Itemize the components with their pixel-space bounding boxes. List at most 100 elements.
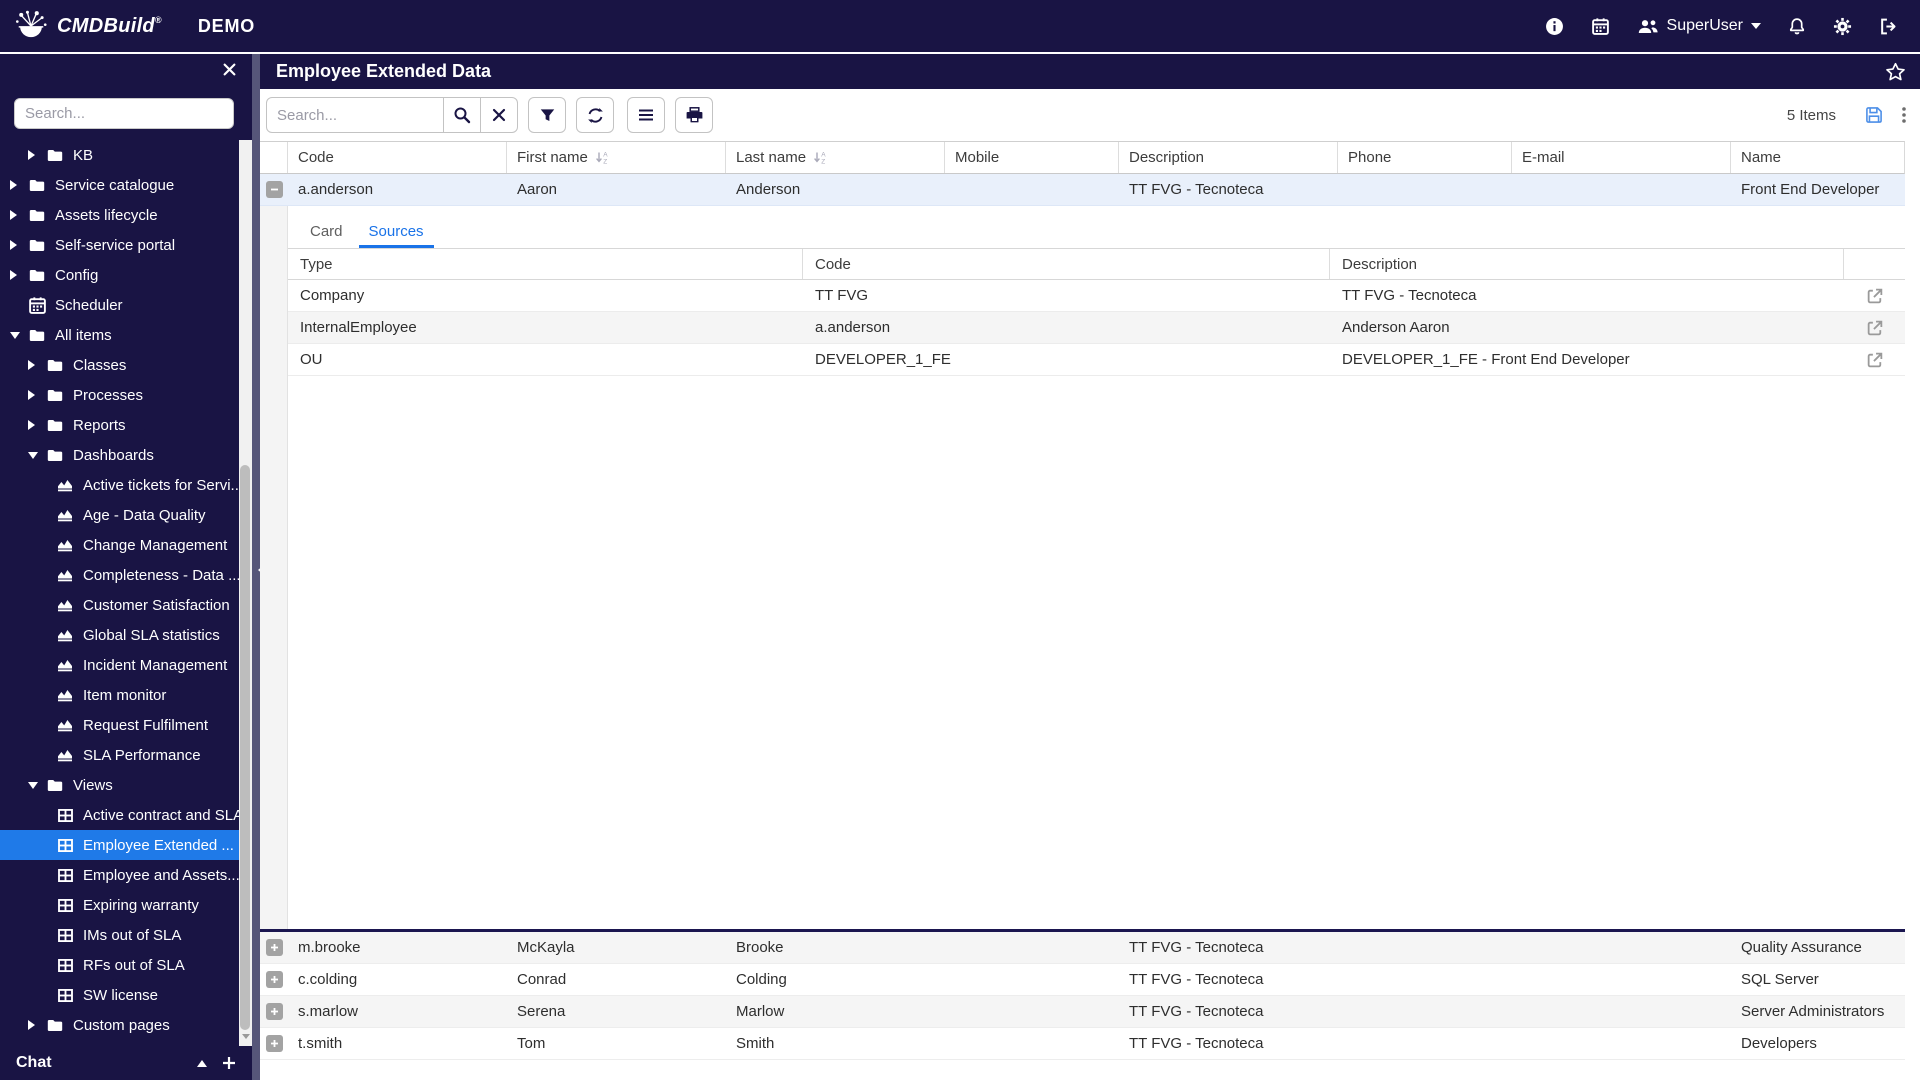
detail-table-rows: Company TT FVG TT FVG - Tecnoteca InternalE… bbox=[288, 280, 1905, 376]
detail-cell-description: DEVELOPER_1_FE - Front End Developer bbox=[1342, 351, 1630, 368]
collapse-row-button[interactable] bbox=[265, 181, 283, 198]
clear-search-button[interactable] bbox=[481, 97, 518, 133]
column-header-e-mail: E-mail bbox=[1512, 142, 1731, 173]
sidebar-item-custom-pages[interactable]: Custom pages bbox=[0, 1010, 252, 1040]
search-button[interactable] bbox=[444, 97, 481, 133]
table-row-m-brooke[interactable]: m.brooke McKayla Brooke TT FVG - Tecnoteca Q… bbox=[260, 932, 1905, 964]
info-icon[interactable] bbox=[1545, 17, 1564, 36]
sidebar-item-label: KB bbox=[73, 146, 94, 164]
panel-title-bar: Employee Extended Data bbox=[260, 54, 1920, 89]
calendar-icon[interactable] bbox=[1591, 17, 1610, 36]
caret-down-icon[interactable] bbox=[10, 327, 26, 344]
caret-right-icon[interactable] bbox=[28, 390, 44, 400]
detail-column-header-actions bbox=[1844, 249, 1905, 279]
sidebar-item-age-data-quality[interactable]: Age - Data Quality bbox=[0, 500, 252, 530]
external-link-icon[interactable] bbox=[1866, 319, 1884, 337]
caret-right-icon[interactable] bbox=[28, 1020, 44, 1030]
sidebar-item-item-monitor[interactable]: Item monitor bbox=[0, 680, 252, 710]
detail-link-cell bbox=[1844, 287, 1905, 305]
caret-down-icon[interactable] bbox=[28, 777, 44, 794]
expand-row-button[interactable] bbox=[265, 971, 283, 988]
sidebar-item-classes[interactable]: Classes bbox=[0, 350, 252, 380]
grid-search-input[interactable] bbox=[266, 97, 444, 133]
table-row-c-colding[interactable]: c.colding Conrad Colding TT FVG - Tecnoteca… bbox=[260, 964, 1905, 996]
chat-actions bbox=[197, 1055, 236, 1071]
expand-row-button[interactable] bbox=[265, 1003, 283, 1020]
refresh-button[interactable] bbox=[576, 97, 614, 133]
sidebar-item-scheduler[interactable]: Scheduler bbox=[0, 290, 252, 320]
caret-right-icon[interactable] bbox=[10, 270, 26, 280]
scrollbar-thumb[interactable] bbox=[240, 465, 250, 1030]
filter-button[interactable] bbox=[528, 97, 566, 133]
sidebar-item-change-management[interactable]: Change Management bbox=[0, 530, 252, 560]
external-link-icon[interactable] bbox=[1866, 351, 1884, 369]
cell-description: TT FVG - Tecnoteca bbox=[1129, 939, 1264, 956]
caret-right-icon[interactable] bbox=[10, 180, 26, 190]
chat-collapse-icon[interactable] bbox=[197, 1055, 207, 1067]
sidebar-item-self-service-portal[interactable]: Self-service portal bbox=[0, 230, 252, 260]
tab-card[interactable]: Card bbox=[300, 219, 353, 248]
sidebar-item-employee-and-assets[interactable]: Employee and Assets... bbox=[0, 860, 252, 890]
grid-header-expand-column bbox=[260, 142, 288, 173]
table-row-a-anderson[interactable]: a.anderson Aaron Anderson TT FVG - Tecnotec… bbox=[260, 174, 1905, 206]
caret-right-icon[interactable] bbox=[28, 360, 44, 370]
menu-button[interactable] bbox=[627, 97, 665, 133]
sidebar-item-kb[interactable]: KB bbox=[0, 140, 252, 170]
column-header-first-name[interactable]: First name A Z bbox=[507, 142, 726, 173]
sidebar-item-views[interactable]: Views bbox=[0, 770, 252, 800]
detail-cell-code: TT FVG bbox=[815, 287, 869, 304]
favorite-star-icon[interactable] bbox=[1885, 62, 1906, 82]
caret-down-icon[interactable] bbox=[28, 447, 44, 464]
sidebar-item-request-fulfilment[interactable]: Request Fulfilment bbox=[0, 710, 252, 740]
caret-right-icon[interactable] bbox=[10, 210, 26, 220]
caret-right-icon[interactable] bbox=[28, 420, 44, 430]
folder-icon bbox=[44, 449, 66, 462]
table-row-t-smith[interactable]: t.smith Tom Smith TT FVG - Tecnoteca Develop… bbox=[260, 1028, 1905, 1060]
sidebar-item-active-contract-and-sla[interactable]: Active contract and SLA bbox=[0, 800, 252, 830]
sidebar-item-assets-lifecycle[interactable]: Assets lifecycle bbox=[0, 200, 252, 230]
sidebar-item-all-items[interactable]: All items bbox=[0, 320, 252, 350]
kebab-menu-icon[interactable] bbox=[1900, 107, 1908, 123]
sidebar-item-completeness-data[interactable]: Completeness - Data ... bbox=[0, 560, 252, 590]
sidebar-item-expiring-warranty[interactable]: Expiring warranty bbox=[0, 890, 252, 920]
column-header-label: Last name bbox=[736, 149, 807, 166]
caret-right-icon[interactable] bbox=[28, 150, 44, 160]
sidebar-item-active-tickets-for-servi[interactable]: Active tickets for Servi... bbox=[0, 470, 252, 500]
sidebar-item-customer-satisfaction[interactable]: Customer Satisfaction bbox=[0, 590, 252, 620]
chat-add-icon[interactable] bbox=[222, 1056, 236, 1070]
column-header-label: E-mail bbox=[1522, 149, 1565, 166]
column-header-last-name[interactable]: Last name A Z bbox=[726, 142, 945, 173]
sidebar-item-incident-management[interactable]: Incident Management bbox=[0, 650, 252, 680]
sidebar-item-reports[interactable]: Reports bbox=[0, 410, 252, 440]
save-view-icon[interactable] bbox=[1865, 106, 1883, 124]
sidebar-close-icon[interactable] bbox=[223, 63, 236, 76]
sidebar-item-config[interactable]: Config bbox=[0, 260, 252, 290]
column-header-mobile: Mobile bbox=[945, 142, 1119, 173]
user-menu[interactable]: SuperUser bbox=[1637, 17, 1761, 35]
sidebar-item-employee-extended[interactable]: Employee Extended ... bbox=[0, 830, 252, 860]
notifications-bell-icon[interactable] bbox=[1788, 17, 1806, 36]
expand-row-button[interactable] bbox=[265, 1035, 283, 1052]
sidebar-item-sla-performance[interactable]: SLA Performance bbox=[0, 740, 252, 770]
external-link-icon[interactable] bbox=[1866, 287, 1884, 305]
sidebar-item-service-catalogue[interactable]: Service catalogue bbox=[0, 170, 252, 200]
sidebar-item-dashboards[interactable]: Dashboards bbox=[0, 440, 252, 470]
sidebar-item-rfs-out-of-sla[interactable]: RFs out of SLA bbox=[0, 950, 252, 980]
print-button[interactable] bbox=[675, 97, 713, 133]
folder-icon bbox=[26, 179, 48, 192]
sidebar-item-sw-license[interactable]: SW license bbox=[0, 980, 252, 1010]
sidebar-item-ims-out-of-sla[interactable]: IMs out of SLA bbox=[0, 920, 252, 950]
sidebar-item-global-sla-statistics[interactable]: Global SLA statistics bbox=[0, 620, 252, 650]
sidebar-search-input[interactable] bbox=[14, 98, 234, 129]
sign-out-icon[interactable] bbox=[1879, 17, 1898, 36]
sidebar-item-processes[interactable]: Processes bbox=[0, 380, 252, 410]
caret-right-icon[interactable] bbox=[10, 240, 26, 250]
tab-sources[interactable]: Sources bbox=[358, 219, 434, 248]
search-icon bbox=[453, 106, 471, 124]
table-row-s-marlow[interactable]: s.marlow Serena Marlow TT FVG - Tecnoteca Se… bbox=[260, 996, 1905, 1028]
expand-row-button[interactable] bbox=[265, 939, 283, 956]
sidebar-scrollbar[interactable] bbox=[239, 140, 252, 1046]
gear-icon[interactable] bbox=[1833, 17, 1852, 36]
scrollbar-down-arrow-icon[interactable] bbox=[242, 1034, 250, 1043]
sidebar-splitter[interactable] bbox=[252, 54, 264, 1080]
